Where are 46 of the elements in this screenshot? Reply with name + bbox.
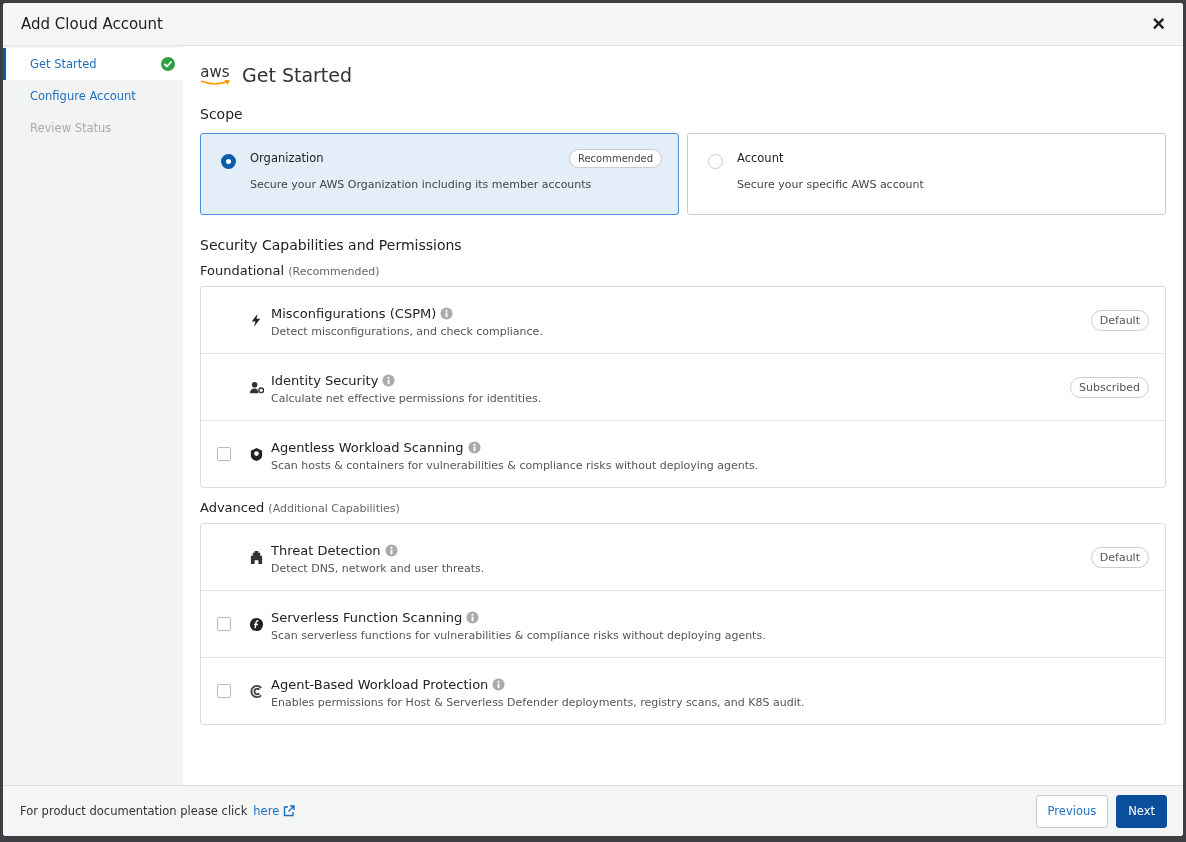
info-icon[interactable] xyxy=(440,306,454,320)
info-icon[interactable] xyxy=(492,677,506,691)
capability-name: Threat Detection xyxy=(271,542,381,558)
shield-icon xyxy=(249,446,264,462)
scope-option[interactable]: Organization Recommended Secure your AWS Organization including its member accounts xyxy=(200,133,679,215)
scope-option[interactable]: Account Secure your specific AWS account xyxy=(687,133,1166,215)
info-icon[interactable] xyxy=(467,440,481,454)
footer-text: For product documentation please click xyxy=(20,804,248,818)
info-icon[interactable] xyxy=(384,543,398,557)
capability-description: Calculate net effective permissions for identities. xyxy=(271,391,543,405)
capability-description: Enables permissions for Host & Serverless Defender deployments, registry scans, and K8S audit. xyxy=(271,695,806,709)
capability-name: Serverless Function Scanning xyxy=(271,609,463,625)
capability-checkbox[interactable] xyxy=(217,447,231,461)
capability-name: Agent-Based Workload Protection xyxy=(271,676,489,692)
section-title: Security Capabilities and Permissions xyxy=(200,237,463,253)
previous-button[interactable]: Previous xyxy=(1035,794,1109,828)
group-note: (Recommended) xyxy=(288,265,380,278)
section-title: Scope xyxy=(200,106,244,122)
group-note: (Additional Capabilities) xyxy=(268,502,400,515)
capability-description: Detect misconfigurations, and check compliance. xyxy=(271,324,544,338)
aws-logo: aws xyxy=(200,64,230,86)
step-item[interactable]: Configure Account xyxy=(3,80,183,112)
capability-description: Detect DNS, network and user threats. xyxy=(271,561,486,575)
person-badge-icon xyxy=(249,379,264,395)
next-button[interactable]: Next xyxy=(1116,794,1167,828)
function-icon xyxy=(249,616,264,632)
recommended-badge: Recommended xyxy=(568,148,662,168)
dialog-title: Add Cloud Account xyxy=(21,15,163,33)
capability-name: Misconfigurations (CSPM) xyxy=(271,305,437,321)
external-link-icon xyxy=(283,805,296,817)
capability-description: Scan hosts & containers for vulnerabilities & compliance risks without deploying agents. xyxy=(271,458,760,472)
documentation-link[interactable]: here xyxy=(253,804,296,818)
info-icon[interactable] xyxy=(466,610,480,624)
capability-name: Identity Security xyxy=(271,372,379,388)
capability-description: Scan serverless functions for vulnerabilities & compliance risks without deploying agents. xyxy=(271,628,767,642)
group-title: Foundational xyxy=(200,263,285,278)
building-icon xyxy=(249,549,264,565)
radio-button[interactable] xyxy=(221,154,236,169)
capability-checkbox[interactable] xyxy=(217,684,231,698)
capability-checkbox[interactable] xyxy=(217,617,231,631)
step-item[interactable]: Get Started xyxy=(3,48,183,80)
group-title: Advanced xyxy=(200,500,265,515)
close-button[interactable]: × xyxy=(1152,13,1165,35)
capability-name: Agentless Workload Scanning xyxy=(271,439,464,455)
page-heading: Get Started xyxy=(242,64,353,86)
info-icon[interactable] xyxy=(382,373,396,387)
